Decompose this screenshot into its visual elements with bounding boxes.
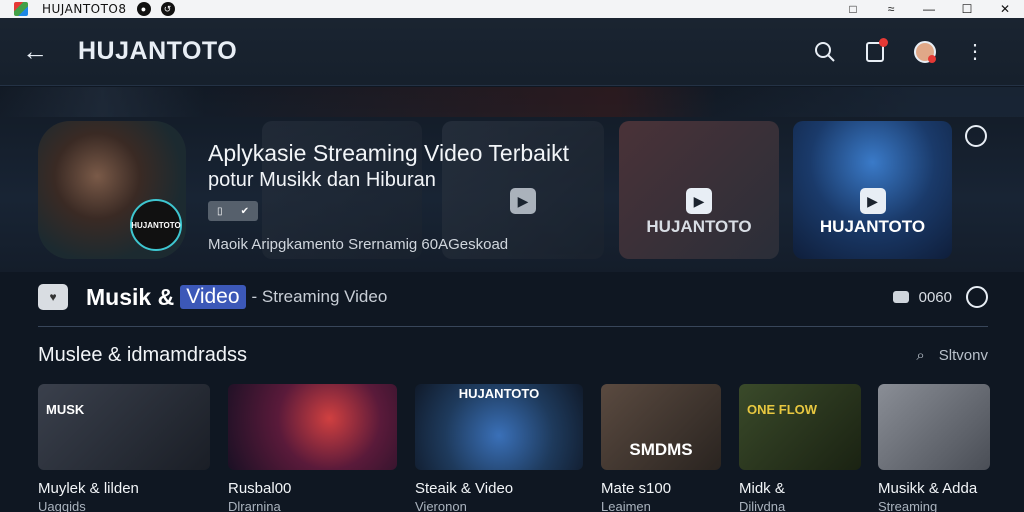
app-header: ← HUJANTOTO ⋮: [0, 18, 1024, 86]
grid-search-label: Sltvonv: [938, 347, 988, 364]
video-subtitle: Streaming: [878, 499, 938, 512]
hero-card-3[interactable]: ▶ HUJANTOTO: [619, 121, 779, 259]
video-card[interactable]: Musikk & Adda Streaming: [878, 384, 990, 512]
video-thumbnail: [878, 384, 990, 470]
video-title: Steaik & Video: [415, 480, 514, 497]
app-icon: [14, 2, 28, 16]
section-subtitle: - Streaming Video: [251, 287, 388, 306]
window-title: HUJANTOTO8: [42, 2, 127, 16]
more-button[interactable]: ⋮: [950, 42, 1000, 62]
maximize-button[interactable]: ☐: [948, 2, 986, 16]
video-title: Musikk & Adda: [878, 480, 978, 497]
video-title: Mate s100: [601, 480, 672, 497]
video-card[interactable]: ONE FLOW Midk & Dilivdna: [739, 384, 861, 512]
window-titlebar: HUJANTOTO8 ● ↺ □ ≈ — ☐ ✕: [0, 0, 1024, 18]
search-icon: ⌕: [916, 347, 925, 364]
close-button[interactable]: ✕: [986, 2, 1024, 16]
hero-card-4[interactable]: ▶ HUJANTOTO: [793, 121, 952, 259]
divider: [38, 326, 988, 327]
video-subtitle: Dlrarnina: [228, 499, 281, 512]
record-icon[interactable]: ●: [136, 2, 151, 16]
video-card[interactable]: Rusbal00 Dlrarnina: [228, 384, 397, 512]
profile-button[interactable]: [900, 40, 950, 63]
video-title: Midk &: [739, 480, 785, 497]
video-thumbnail: [228, 384, 397, 470]
more-icon: ⋮: [965, 40, 985, 63]
video-thumbnail: SMDMS: [601, 384, 721, 470]
hero-title: Aplykasie Streaming Video Terbaikt: [208, 140, 569, 166]
grid-header: Muslee & idmamdradss ⌕ Sltvonv: [38, 344, 988, 367]
video-thumbnail: MUSK: [38, 384, 210, 470]
grid-search[interactable]: ⌕ Sltvonv: [916, 347, 988, 364]
hero-card-label: HUJANTOTO: [646, 217, 752, 236]
video-thumbnail: HUJANTOTO: [415, 384, 583, 470]
hero-badge: HUJANTOTO: [130, 199, 182, 251]
video-thumbnail: ONE FLOW: [739, 384, 861, 470]
thumbnail-label: SMDMS: [629, 440, 693, 459]
video-subtitle: Uagqids: [38, 499, 86, 512]
video-subtitle: Dilivdna: [739, 499, 786, 512]
link-icon[interactable]: ↺: [160, 2, 175, 16]
share-button[interactable]: [850, 37, 900, 62]
video-title: Muylek & lilden: [38, 480, 139, 497]
phone-icon[interactable]: □: [834, 2, 872, 16]
hero-description: Maoik Aripgkamento Srernamig 60AGeskoad: [208, 236, 509, 253]
video-card[interactable]: SMDMS Mate s100 Leaimen: [601, 384, 721, 512]
thumbnail-label: HUJANTOTO: [458, 386, 540, 401]
app-brand: HUJANTOTO: [78, 37, 238, 65]
hero-subtitle: potur Musikk dan Hiburan: [208, 169, 436, 191]
hero-card-label: HUJANTOTO: [819, 217, 926, 236]
wifi-icon: ≈: [887, 2, 895, 16]
refresh-icon[interactable]: [965, 125, 987, 147]
camera-icon: [892, 291, 909, 303]
search-icon: [815, 41, 835, 62]
heart-icon[interactable]: ♥: [38, 284, 68, 310]
phone-icon: ▯: [217, 205, 223, 217]
back-arrow-icon[interactable]: ←: [22, 36, 52, 67]
media-chip[interactable]: ▯ ✔: [208, 201, 258, 221]
search-button[interactable]: [800, 41, 850, 63]
section-title: Musik &: [86, 283, 175, 310]
video-card[interactable]: MUSK Muylek & lilden Uagqids: [38, 384, 210, 512]
minimize-button[interactable]: —: [910, 2, 948, 16]
check-icon: ✔: [240, 205, 249, 217]
hero-banner: HUJANTOTO ▶ ▶ HUJANTOTO ▶ HUJANTOTO Aply…: [0, 87, 1024, 272]
section-header: ♥ Musik & Video - Streaming Video 0060: [38, 282, 988, 312]
clock-icon[interactable]: [966, 286, 988, 308]
thumbnail-label: ONE FLOW: [747, 402, 818, 417]
grid-title: Muslee & idmamdradss: [38, 344, 247, 366]
play-icon: ▶: [686, 188, 712, 215]
video-title: Rusbal00: [228, 480, 292, 497]
video-subtitle: Vieronon: [415, 499, 467, 512]
thumbnail-label: MUSK: [46, 402, 85, 417]
hero-text: Aplykasie Streaming Video Terbaikt potur…: [208, 139, 608, 193]
stage-lights: [0, 87, 1024, 117]
play-icon: ▶: [859, 188, 886, 215]
section-count: 0060: [918, 288, 952, 306]
avatar-icon: [914, 40, 936, 63]
section-pill[interactable]: Video: [180, 285, 246, 309]
hero-artist-image[interactable]: HUJANTOTO: [38, 121, 186, 259]
share-icon: [866, 37, 888, 62]
video-subtitle: Leaimen: [601, 499, 651, 512]
video-card[interactable]: HUJANTOTO Steaik & Video Vieronon: [415, 384, 583, 512]
